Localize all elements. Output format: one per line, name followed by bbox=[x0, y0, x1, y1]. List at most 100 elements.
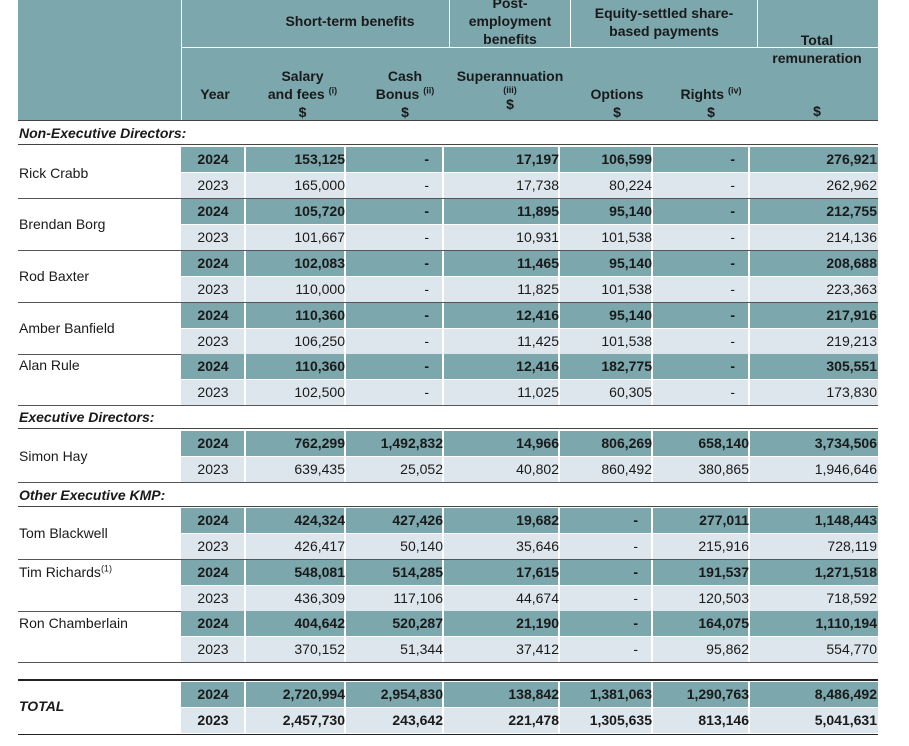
cell-rights: 164,075 bbox=[698, 615, 749, 631]
cell-year: 2023 bbox=[197, 229, 229, 245]
cell-salary: 165,000 bbox=[294, 177, 345, 193]
cell-salary: 105,720 bbox=[294, 203, 345, 219]
cell-cash: 117,106 bbox=[393, 590, 443, 606]
table-row: 2023 106,250 - 11,425 101,538 - 219,213 bbox=[181, 329, 878, 354]
cell-cash: - bbox=[424, 203, 429, 219]
header-salary: Salary and fees (i) $ bbox=[267, 68, 338, 120]
cell-year: 2023 bbox=[197, 461, 229, 477]
cell-cash: - bbox=[424, 229, 429, 245]
cell-cash: - bbox=[424, 307, 429, 323]
cell-super: 221,478 bbox=[508, 712, 559, 728]
cell-total: 173,830 bbox=[826, 384, 877, 400]
cell-salary: 548,081 bbox=[294, 564, 345, 580]
table-row: 2024 153,125 - 17,197 106,599 - 276,921 bbox=[181, 147, 878, 172]
cell-year: 2023 bbox=[197, 333, 229, 349]
header-superannuation: Superannuation (iii) $ bbox=[456, 68, 564, 112]
cell-rights: 191,537 bbox=[698, 564, 749, 580]
cell-cash: 514,285 bbox=[392, 564, 443, 580]
cell-cash: - bbox=[424, 281, 429, 297]
cell-year: 2024 bbox=[197, 435, 229, 451]
cell-total: 276,921 bbox=[826, 151, 877, 167]
total-label: TOTAL bbox=[19, 698, 65, 714]
cell-total: 728,119 bbox=[827, 538, 877, 554]
table-row: 2023 165,000 - 17,738 80,224 - 262,962 bbox=[181, 173, 878, 198]
cell-rights: 813,146 bbox=[698, 712, 749, 728]
cell-year: 2023 bbox=[197, 538, 229, 554]
cell-super: 12,416 bbox=[516, 307, 559, 323]
cell-total: 1,110,194 bbox=[815, 615, 877, 631]
cell-rights: - bbox=[730, 358, 735, 374]
cell-salary: 2,457,730 bbox=[282, 712, 345, 728]
cell-options: - bbox=[633, 512, 638, 528]
cell-options: - bbox=[633, 564, 638, 580]
cell-year: 2024 bbox=[197, 564, 229, 580]
cell-total: 1,946,646 bbox=[814, 461, 877, 477]
cell-salary: 101,667 bbox=[294, 229, 345, 245]
cell-total: 208,688 bbox=[826, 255, 877, 271]
cell-cash: 25,052 bbox=[400, 461, 443, 477]
cell-rights: - bbox=[730, 384, 735, 400]
director-name: Ron Chamberlain bbox=[19, 615, 128, 631]
cell-rights: 95,862 bbox=[706, 641, 749, 657]
cell-rights: 215,916 bbox=[698, 538, 749, 554]
cell-total: 305,551 bbox=[826, 358, 877, 374]
header-equity: Equity-settled share- based payments bbox=[594, 5, 734, 39]
cell-options: - bbox=[633, 590, 638, 606]
cell-rights: - bbox=[730, 229, 735, 245]
cell-cash: 520,287 bbox=[392, 615, 443, 631]
cell-year: 2024 bbox=[197, 203, 229, 219]
table-row: 2024 110,360 - 12,416 95,140 - 217,916 bbox=[181, 303, 878, 328]
cell-year: 2024 bbox=[197, 358, 229, 374]
cell-total: 217,916 bbox=[826, 307, 877, 323]
cell-year: 2023 bbox=[197, 641, 229, 657]
cell-rights: 1,290,763 bbox=[686, 686, 749, 702]
cell-cash: 50,140 bbox=[400, 538, 443, 554]
cell-cash: 51,344 bbox=[400, 641, 443, 657]
cell-options: 95,140 bbox=[609, 307, 652, 323]
director-name: Alan Rule bbox=[19, 357, 80, 373]
cell-year: 2024 bbox=[197, 307, 229, 323]
cell-total: 718,592 bbox=[826, 590, 877, 606]
cell-options: 95,140 bbox=[609, 203, 652, 219]
cell-options: - bbox=[633, 538, 638, 554]
cell-super: 17,738 bbox=[516, 177, 559, 193]
cell-rights: - bbox=[730, 333, 735, 349]
cell-salary: 370,152 bbox=[294, 641, 345, 657]
cell-options: 101,538 bbox=[601, 333, 652, 349]
cell-options: 80,224 bbox=[609, 177, 652, 193]
cell-super: 11,825 bbox=[517, 281, 559, 297]
header-options: Options $ bbox=[590, 86, 644, 120]
cell-options: 182,775 bbox=[601, 358, 652, 374]
cell-super: 12,416 bbox=[516, 358, 559, 374]
cell-cash: 1,492,832 bbox=[380, 435, 443, 451]
section-non-exec: Non-Executive Directors: bbox=[19, 125, 187, 141]
director-name: Amber Banfield bbox=[19, 320, 115, 336]
table-row: 2024 424,324 427,426 19,682 - 277,011 1,148,44… bbox=[181, 508, 878, 533]
cell-super: 40,802 bbox=[516, 461, 559, 477]
cell-super: 19,682 bbox=[516, 512, 559, 528]
director-name: Rick Crabb bbox=[19, 165, 89, 181]
header-total-currency: $ bbox=[813, 103, 821, 119]
cell-rights: 120,503 bbox=[698, 590, 749, 606]
table-row: 2023 426,417 50,140 35,646 - 215,916 728,119 bbox=[181, 534, 878, 559]
cell-super: 11,895 bbox=[516, 203, 559, 219]
director-name: Simon Hay bbox=[19, 448, 88, 464]
cell-rights: 380,865 bbox=[698, 461, 749, 477]
header-post-employment: Post- employment benefits bbox=[468, 0, 552, 47]
table-row: 2023 436,309 117,106 44,674 - 120,503 718,592 bbox=[181, 586, 878, 611]
header-year: Year bbox=[200, 86, 230, 102]
cell-salary: 404,642 bbox=[294, 615, 345, 631]
cell-salary: 110,360 bbox=[295, 358, 345, 374]
cell-super: 11,465 bbox=[516, 255, 559, 271]
cell-year: 2024 bbox=[197, 615, 229, 631]
cell-options: 1,305,635 bbox=[589, 712, 652, 728]
cell-rights: - bbox=[730, 307, 735, 323]
cell-options: 60,305 bbox=[609, 384, 652, 400]
director-name: Brendan Borg bbox=[19, 216, 106, 232]
cell-options: 101,538 bbox=[601, 229, 652, 245]
cell-super: 17,615 bbox=[516, 564, 559, 580]
cell-year: 2024 bbox=[197, 255, 229, 271]
table-row: 2024 404,642 520,287 21,190 - 164,075 1,110,19… bbox=[181, 611, 878, 636]
footnote-marker: (1) bbox=[100, 563, 112, 574]
cell-year: 2024 bbox=[197, 151, 229, 167]
